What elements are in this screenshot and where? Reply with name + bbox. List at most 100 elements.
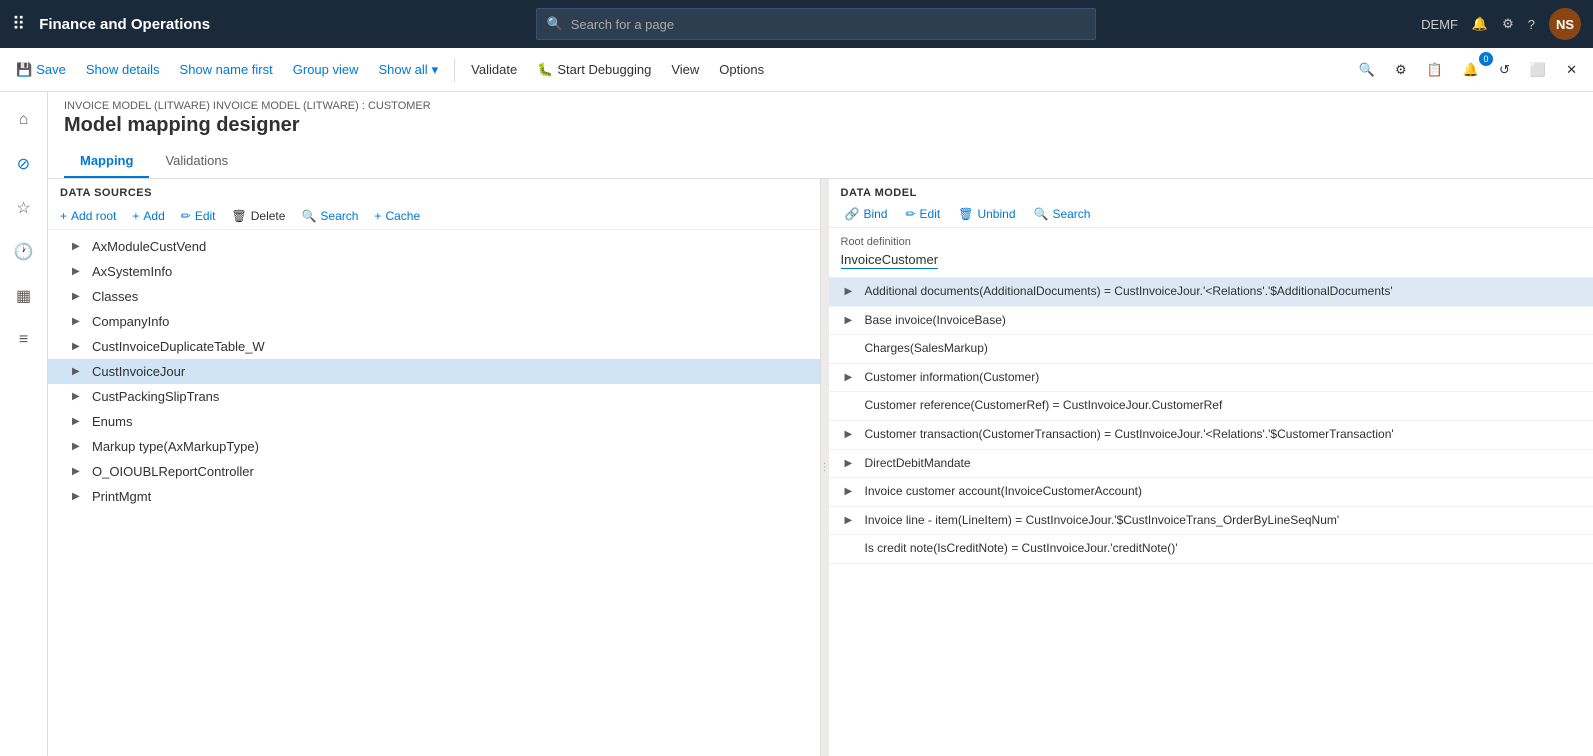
validate-button[interactable]: Validate bbox=[463, 58, 525, 81]
expand-icon: ▶ bbox=[845, 429, 859, 440]
unbind-icon: 🗑 bbox=[958, 207, 973, 221]
edit-dm-icon: ✏ bbox=[905, 207, 915, 221]
unbind-button[interactable]: 🗑 Unbind bbox=[954, 205, 1019, 223]
dm-actions: 🔗 Bind ✏ Edit 🗑 Unbind 🔍 bbox=[841, 205, 1582, 223]
panel-icon: 📋 bbox=[1427, 62, 1443, 78]
global-search[interactable]: 🔍 bbox=[536, 8, 1096, 40]
dm-item-is-credit-note[interactable]: ▶ Is credit note(IsCreditNote) = CustInv… bbox=[829, 535, 1593, 564]
expand-icon: ▶ bbox=[72, 391, 86, 402]
start-debugging-button[interactable]: 🐛 Start Debugging bbox=[529, 58, 659, 82]
ds-item-AxSystemInfo[interactable]: ▶ AxSystemInfo bbox=[48, 259, 820, 284]
ds-item-CustInvoiceDuplicateTable_W[interactable]: ▶ CustInvoiceDuplicateTable_W bbox=[48, 334, 820, 359]
group-view-button[interactable]: Group view bbox=[285, 58, 367, 81]
page-title: Model mapping designer bbox=[64, 114, 1577, 137]
open-new-icon: ⬜ bbox=[1530, 62, 1546, 78]
sidebar-icon-modules[interactable]: ≡ bbox=[4, 320, 44, 360]
delete-icon: 🗑 bbox=[232, 209, 247, 223]
ds-item-Classes[interactable]: ▶ Classes bbox=[48, 284, 820, 309]
personalize-icon: ⚙ bbox=[1395, 62, 1407, 78]
show-details-button[interactable]: Show details bbox=[78, 58, 168, 81]
tab-mapping[interactable]: Mapping bbox=[64, 145, 149, 178]
data-model-panel: DATA MODEL 🔗 Bind ✏ Edit 🗑 Unbind bbox=[829, 179, 1593, 756]
data-sources-panel: DATA SOURCES + Add root + Add ✏ Edit bbox=[48, 179, 821, 756]
options-button[interactable]: Options bbox=[711, 58, 772, 81]
notification-icon[interactable]: 🔔 bbox=[1472, 16, 1488, 32]
env-label: DEMF bbox=[1421, 17, 1458, 32]
ds-list: ▶ AxModuleCustVend ▶ AxSystemInfo ▶ Clas… bbox=[48, 230, 820, 756]
show-all-button[interactable]: Show all ▾ bbox=[371, 58, 447, 82]
show-name-button[interactable]: Show name first bbox=[172, 58, 281, 81]
page-header: INVOICE MODEL (LITWARE) INVOICE MODEL (L… bbox=[48, 92, 1593, 179]
edit-ds-button[interactable]: ✏ Edit bbox=[177, 207, 220, 225]
save-button[interactable]: 💾 Save bbox=[8, 58, 74, 82]
close-button[interactable]: ✕ bbox=[1558, 58, 1585, 82]
expand-icon: ▶ bbox=[72, 416, 86, 427]
expand-icon: ▶ bbox=[845, 315, 859, 326]
ds-item-CompanyInfo[interactable]: ▶ CompanyInfo bbox=[48, 309, 820, 334]
personalize-button[interactable]: ⚙ bbox=[1387, 58, 1415, 82]
sidebar-icon-recent[interactable]: 🕐 bbox=[4, 232, 44, 272]
refresh-button[interactable]: ↺ bbox=[1491, 58, 1518, 82]
root-def-label: Root definition bbox=[841, 236, 1582, 248]
dm-item-customer-transaction[interactable]: ▶ Customer transaction(CustomerTransacti… bbox=[829, 421, 1593, 450]
ds-item-CustInvoiceJour[interactable]: ▶ CustInvoiceJour bbox=[48, 359, 820, 384]
search-dm-button[interactable]: 🔍 Search bbox=[1030, 205, 1095, 223]
notification-badge: 0 bbox=[1479, 52, 1493, 66]
search-icon: 🔍 bbox=[547, 16, 563, 32]
dm-item-customer-info[interactable]: ▶ Customer information(Customer) bbox=[829, 364, 1593, 393]
cache-icon: + bbox=[374, 209, 381, 223]
ds-actions: + Add root + Add ✏ Edit 🗑 Delete bbox=[48, 203, 820, 230]
sidebar-icon-workspaces[interactable]: ▦ bbox=[4, 276, 44, 316]
expand-icon: ▶ bbox=[72, 316, 86, 327]
view-button[interactable]: View bbox=[663, 58, 707, 81]
open-new-button[interactable]: ⬜ bbox=[1522, 58, 1554, 82]
ds-item-Enums[interactable]: ▶ Enums bbox=[48, 409, 820, 434]
dm-item-invoice-line-item[interactable]: ▶ Invoice line - item(LineItem) = CustIn… bbox=[829, 507, 1593, 536]
top-nav: ⠿ Finance and Operations 🔍 DEMF 🔔 ⚙ ? NS bbox=[0, 0, 1593, 48]
sidebar: ⌂ ⊘ ☆ 🕐 ▦ ≡ bbox=[0, 92, 48, 756]
main-content: INVOICE MODEL (LITWARE) INVOICE MODEL (L… bbox=[48, 92, 1593, 756]
expand-icon: ▶ bbox=[845, 486, 859, 497]
dm-item-additional-docs[interactable]: ▶ Additional documents(AdditionalDocumen… bbox=[829, 278, 1593, 307]
ds-item-PrintMgmt[interactable]: ▶ PrintMgmt bbox=[48, 484, 820, 509]
dm-item-customer-ref[interactable]: ▶ Customer reference(CustomerRef) = Cust… bbox=[829, 392, 1593, 421]
dm-list: ▶ Additional documents(AdditionalDocumen… bbox=[829, 278, 1593, 756]
expand-icon: ▶ bbox=[845, 458, 859, 469]
cache-button[interactable]: + Cache bbox=[370, 207, 424, 225]
settings-icon[interactable]: ⚙ bbox=[1502, 16, 1514, 32]
ds-section-title: DATA SOURCES bbox=[48, 179, 820, 203]
sidebar-icon-favorites[interactable]: ☆ bbox=[4, 188, 44, 228]
expand-icon: ▶ bbox=[72, 491, 86, 502]
add-button[interactable]: + Add bbox=[128, 207, 168, 225]
dm-item-direct-debit[interactable]: ▶ DirectDebitMandate bbox=[829, 450, 1593, 479]
refresh-icon: ↺ bbox=[1499, 62, 1510, 78]
separator bbox=[454, 58, 455, 82]
ds-item-CustPackingSlipTrans[interactable]: ▶ CustPackingSlipTrans bbox=[48, 384, 820, 409]
tab-validations[interactable]: Validations bbox=[149, 145, 244, 178]
sidebar-icon-home[interactable]: ⌂ bbox=[4, 100, 44, 140]
splitter-handle[interactable]: ⋮ bbox=[821, 179, 829, 756]
help-icon[interactable]: ? bbox=[1528, 17, 1535, 32]
sidebar-icon-filter[interactable]: ⊘ bbox=[4, 144, 44, 184]
search-cmd-button[interactable]: 🔍 bbox=[1351, 58, 1383, 82]
notification-cmd-icon: 🔔 bbox=[1463, 62, 1479, 78]
search-ds-button[interactable]: 🔍 Search bbox=[297, 207, 362, 225]
ds-item-OIOUBLReportController[interactable]: ▶ O_OIOUBLReportController bbox=[48, 459, 820, 484]
avatar[interactable]: NS bbox=[1549, 8, 1581, 40]
bind-button[interactable]: 🔗 Bind bbox=[841, 205, 892, 223]
ds-item-AxModuleCustVend[interactable]: ▶ AxModuleCustVend bbox=[48, 234, 820, 259]
panel-button[interactable]: 📋 bbox=[1419, 58, 1451, 82]
add-root-button[interactable]: + Add root bbox=[56, 207, 120, 225]
notification-button[interactable]: 🔔 0 bbox=[1455, 58, 1487, 82]
dm-item-charges[interactable]: ▶ Charges(SalesMarkup) bbox=[829, 335, 1593, 364]
dm-item-invoice-customer-account[interactable]: ▶ Invoice customer account(InvoiceCustom… bbox=[829, 478, 1593, 507]
expand-icon: ▶ bbox=[72, 366, 86, 377]
grid-icon[interactable]: ⠿ bbox=[12, 14, 25, 35]
search-input[interactable] bbox=[571, 17, 1085, 32]
add-root-icon: + bbox=[60, 209, 67, 223]
dm-item-base-invoice[interactable]: ▶ Base invoice(InvoiceBase) bbox=[829, 307, 1593, 336]
edit-dm-button[interactable]: ✏ Edit bbox=[901, 205, 944, 223]
add-icon: + bbox=[132, 209, 139, 223]
delete-button[interactable]: 🗑 Delete bbox=[228, 207, 290, 225]
ds-item-MarkupType[interactable]: ▶ Markup type(AxMarkupType) bbox=[48, 434, 820, 459]
